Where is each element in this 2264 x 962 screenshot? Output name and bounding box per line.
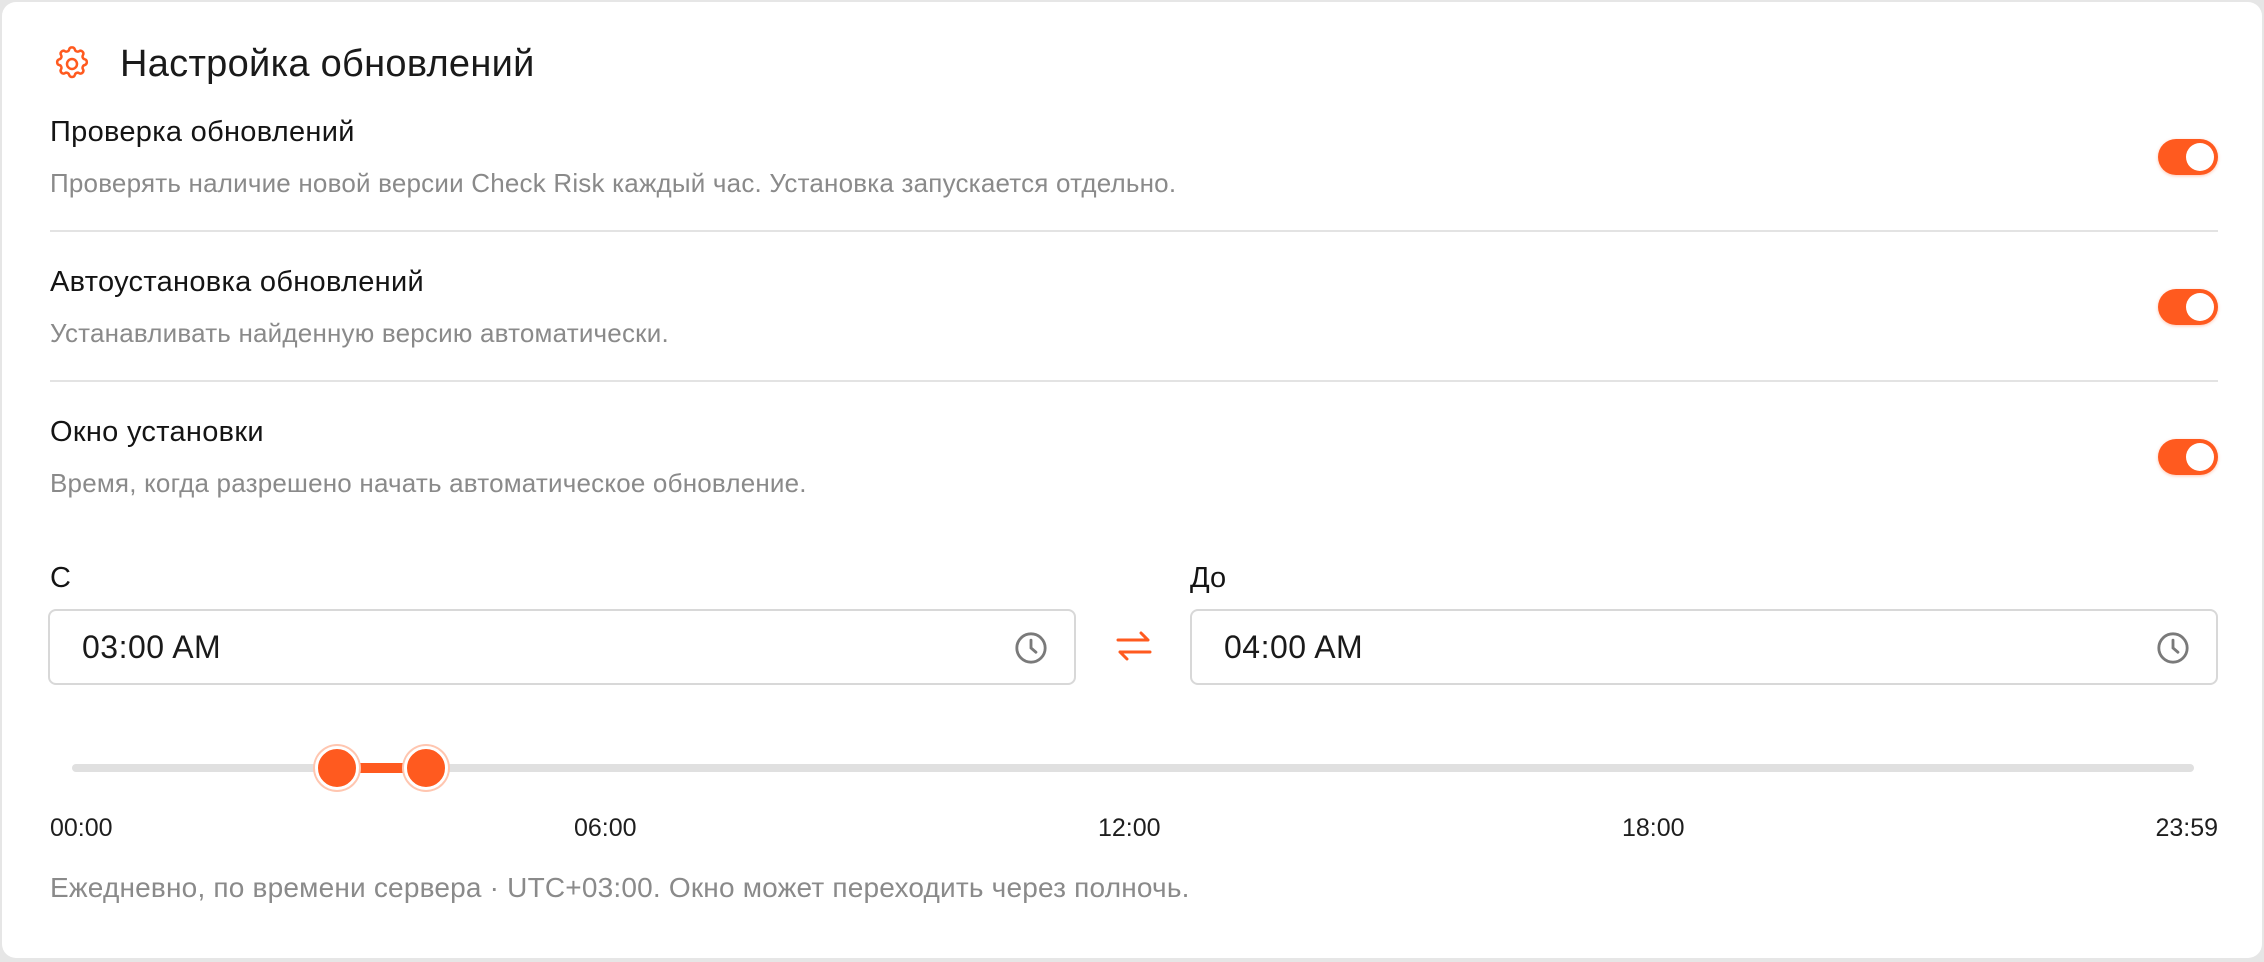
to-label: До (1190, 562, 1227, 594)
toggle-knob (2186, 143, 2214, 171)
install-window-toggle[interactable] (2158, 439, 2218, 475)
swap-arrows-icon (1116, 631, 1152, 661)
panel-header: Настройка обновлений (52, 40, 535, 88)
slider-start-handle[interactable] (315, 746, 360, 790)
to-time-input[interactable]: 04:00 AM (1190, 609, 2218, 685)
slider-end-handle[interactable] (403, 746, 448, 790)
clock-icon[interactable] (2156, 631, 2190, 665)
from-label: С (50, 562, 71, 594)
from-time-input[interactable]: 03:00 AM (48, 609, 1076, 685)
tick-label: 12:00 (1098, 814, 1161, 842)
setting-label: Проверка обновлений (50, 116, 355, 148)
from-time-value: 03:00 AM (82, 629, 222, 665)
install-window-slider[interactable] (50, 740, 2218, 796)
gear-icon (55, 46, 89, 79)
tick-label: 18:00 (1622, 814, 1685, 842)
setting-label: Окно установки (50, 416, 264, 448)
check-updates-toggle[interactable] (2158, 139, 2218, 175)
divider (50, 380, 2218, 382)
panel-title: Настройка обновлений (120, 42, 535, 85)
schedule-footnote: Ежедневно, по времени сервера · UTC+03:0… (50, 872, 1190, 903)
clock-icon[interactable] (1014, 631, 1048, 665)
toggle-knob (2186, 293, 2214, 321)
swap-times-button[interactable] (1114, 628, 1154, 664)
setting-description: Устанавливать найденную версию автоматич… (50, 318, 669, 348)
tick-label: 00:00 (50, 814, 113, 842)
divider (50, 230, 2218, 232)
setting-description: Проверять наличие новой версии Check Ris… (50, 168, 1177, 198)
toggle-knob (2186, 443, 2214, 471)
tick-label: 06:00 (574, 814, 637, 842)
tick-label: 23:59 (2155, 814, 2218, 842)
auto-install-toggle[interactable] (2158, 289, 2218, 325)
slider-tick-labels: 00:00 06:00 12:00 18:00 23:59 (50, 814, 2218, 848)
to-time-value: 04:00 AM (1224, 629, 1364, 665)
update-settings-panel: Настройка обновлений Проверка обновлений… (2, 2, 2262, 958)
setting-label: Автоустановка обновлений (50, 266, 424, 298)
setting-description: Время, когда разрешено начать автоматиче… (50, 468, 807, 498)
